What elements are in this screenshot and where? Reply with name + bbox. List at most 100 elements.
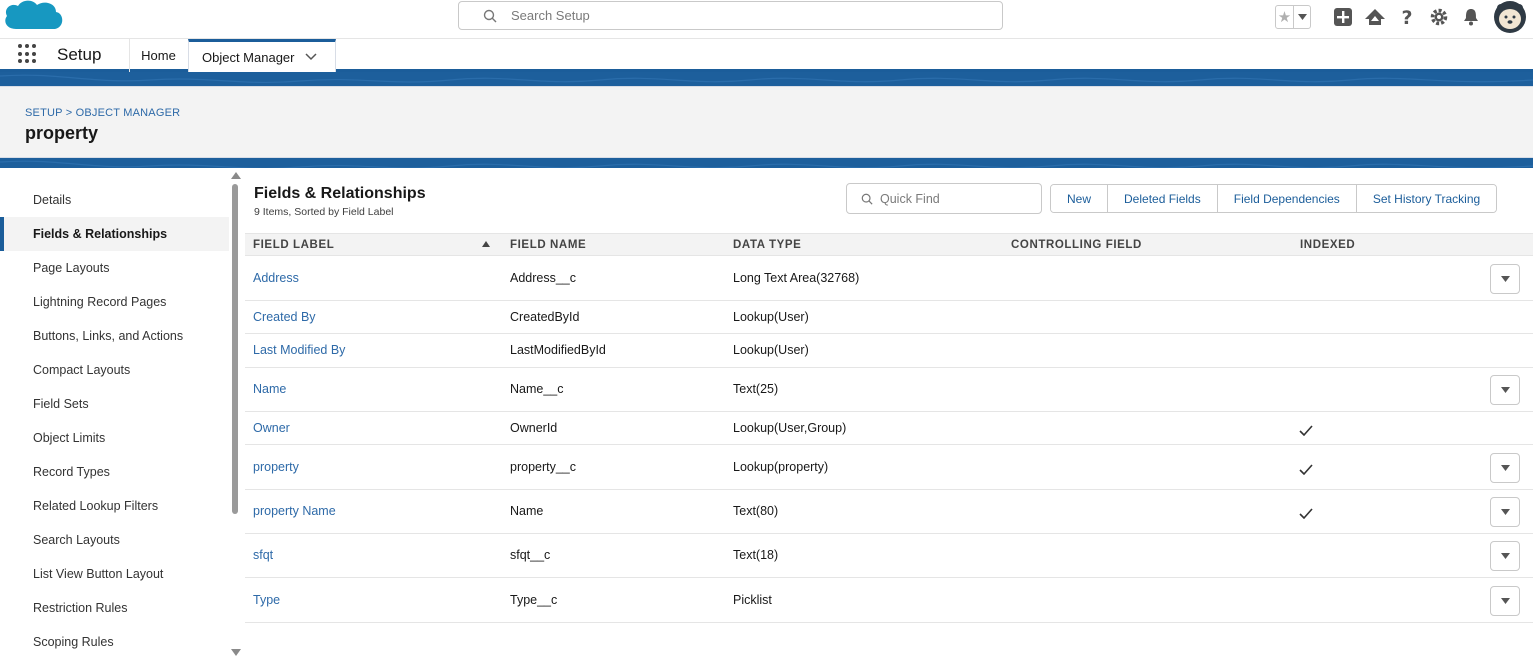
tab-object-manager[interactable]: Object Manager	[188, 39, 336, 72]
sidebar-item-label: Field Sets	[33, 397, 89, 411]
indexed-check-icon	[1299, 425, 1313, 436]
app-name: Setup	[57, 45, 102, 64]
field-label-link[interactable]: sfqt	[253, 548, 273, 562]
row-actions-button[interactable]	[1490, 264, 1520, 294]
scroll-up-icon[interactable]	[231, 172, 241, 179]
sidebar-item-search-layouts[interactable]: Search Layouts	[0, 523, 229, 557]
sidebar: Details Fields & Relationships Page Layo…	[0, 183, 229, 660]
field-name-cell: Name	[510, 504, 544, 518]
tab-home[interactable]: Home	[129, 39, 187, 72]
content-subtitle: 9 Items, Sorted by Field Label	[254, 206, 394, 218]
data-type-cell: Long Text Area(32768)	[733, 271, 860, 285]
col-data-type[interactable]: DATA TYPE	[733, 239, 801, 251]
main-card: Details Fields & Relationships Page Layo…	[0, 168, 1533, 660]
sidebar-item-compact-layouts[interactable]: Compact Layouts	[0, 353, 229, 387]
search-icon	[861, 193, 873, 205]
data-type-cell: Lookup(property)	[733, 460, 829, 474]
field-dependencies-button[interactable]: Field Dependencies	[1217, 185, 1357, 212]
sidebar-item-scoping-rules[interactable]: Scoping Rules	[0, 625, 229, 659]
plus-icon[interactable]	[1327, 2, 1359, 32]
salesforce-logo[interactable]	[2, 0, 64, 30]
field-label-link[interactable]: Address	[253, 271, 299, 285]
global-search-input[interactable]	[511, 8, 951, 23]
sidebar-item-related-lookup-filters[interactable]: Related Lookup Filters	[0, 489, 229, 523]
indexed-check-icon	[1299, 508, 1313, 519]
page-title: property	[25, 123, 99, 143]
sidebar-item-list-view-button-layout[interactable]: List View Button Layout	[0, 557, 229, 591]
sidebar-item-label: Lightning Record Pages	[33, 295, 167, 309]
field-label-link[interactable]: Type	[253, 593, 280, 607]
row-actions-button[interactable]	[1490, 541, 1520, 571]
field-name-cell: property__c	[510, 460, 577, 474]
set-history-tracking-button[interactable]: Set History Tracking	[1356, 185, 1497, 212]
data-type-cell: Picklist	[733, 593, 772, 607]
scrollbar-thumb[interactable]	[232, 184, 238, 514]
col-controlling-field[interactable]: CONTROLLING FIELD	[1011, 239, 1142, 251]
field-name-cell: OwnerId	[510, 421, 558, 435]
new-button[interactable]: New	[1051, 185, 1109, 212]
field-label-link[interactable]: Created By	[253, 310, 316, 324]
sidebar-item-label: Record Types	[33, 465, 110, 479]
row-actions-button[interactable]	[1490, 586, 1520, 616]
help-icon[interactable]: ?	[1391, 2, 1423, 32]
field-label-link[interactable]: property Name	[253, 504, 336, 518]
global-header: ★ ?	[0, 0, 1533, 39]
sort-ascending-icon[interactable]	[482, 241, 490, 247]
row-actions-button[interactable]	[1490, 453, 1520, 483]
table-header: FIELD LABEL FIELD NAME DATA TYPE CONTROL…	[245, 233, 1533, 256]
breadcrumb[interactable]: SETUP > OBJECT MANAGER	[25, 107, 180, 119]
field-name-cell: Type__c	[510, 593, 558, 607]
sidebar-item-label: Object Limits	[33, 431, 106, 445]
table-row: Last Modified By LastModifiedById Lookup(U…	[245, 334, 1533, 368]
col-indexed[interactable]: INDEXED	[1300, 239, 1355, 251]
field-name-cell: Address__c	[510, 271, 577, 285]
app-launcher-icon[interactable]	[18, 44, 38, 64]
favorites-group[interactable]: ★	[1275, 5, 1311, 29]
scroll-down-icon[interactable]	[231, 649, 241, 656]
sidebar-item-details[interactable]: Details	[0, 183, 229, 217]
sidebar-item-lightning-record-pages[interactable]: Lightning Record Pages	[0, 285, 229, 319]
sidebar-item-restriction-rules[interactable]: Restriction Rules	[0, 591, 229, 625]
chevron-down-icon	[1500, 465, 1510, 471]
sidebar-item-object-limits[interactable]: Object Limits	[0, 421, 229, 455]
field-name-cell: sfqt__c	[510, 548, 551, 562]
data-type-cell: Text(25)	[733, 382, 779, 396]
data-type-cell: Text(80)	[733, 504, 779, 518]
data-type-cell: Lookup(User)	[733, 343, 809, 357]
quick-find-input[interactable]	[880, 191, 1030, 206]
quick-find[interactable]	[846, 183, 1042, 214]
gear-icon[interactable]	[1423, 2, 1455, 32]
sidebar-scrollbar[interactable]	[229, 170, 243, 656]
field-name-cell: Name__c	[510, 382, 564, 396]
row-actions-button[interactable]	[1490, 375, 1520, 405]
sidebar-item-buttons-links-actions[interactable]: Buttons, Links, and Actions	[0, 319, 229, 353]
sidebar-item-record-types[interactable]: Record Types	[0, 455, 229, 489]
col-field-label[interactable]: FIELD LABEL	[253, 239, 334, 251]
sidebar-item-fields-relationships[interactable]: Fields & Relationships	[0, 217, 229, 251]
bell-icon[interactable]	[1455, 2, 1487, 32]
chevron-down-icon[interactable]	[304, 53, 317, 61]
deleted-fields-button[interactable]: Deleted Fields	[1108, 185, 1218, 212]
field-label-link[interactable]: Name	[253, 382, 286, 396]
chevron-down-icon	[1500, 387, 1510, 393]
field-label-link[interactable]: Last Modified By	[253, 343, 345, 357]
table-row: sfqt sfqt__c Text(18)	[245, 534, 1533, 578]
trailhead-icon[interactable]	[1359, 2, 1391, 32]
field-label-link[interactable]: property	[253, 460, 299, 474]
chevron-down-icon	[1500, 509, 1510, 515]
row-actions-button[interactable]	[1490, 497, 1520, 527]
sidebar-item-label: Restriction Rules	[33, 601, 128, 615]
sidebar-item-page-layouts[interactable]: Page Layouts	[0, 251, 229, 285]
col-field-name[interactable]: FIELD NAME	[510, 239, 586, 251]
field-label-link[interactable]: Owner	[253, 421, 290, 435]
chevron-down-icon	[1500, 276, 1510, 282]
data-type-cell: Lookup(User,Group)	[733, 421, 847, 435]
svg-text:?: ?	[1401, 7, 1412, 27]
avatar[interactable]	[1493, 0, 1527, 34]
sidebar-item-field-sets[interactable]: Field Sets	[0, 387, 229, 421]
chevron-down-icon[interactable]	[1294, 14, 1310, 20]
star-icon[interactable]: ★	[1276, 6, 1294, 28]
global-search[interactable]	[458, 1, 1003, 30]
header-icons: ★ ?	[1275, 0, 1533, 34]
field-name-cell: LastModifiedById	[510, 343, 606, 357]
